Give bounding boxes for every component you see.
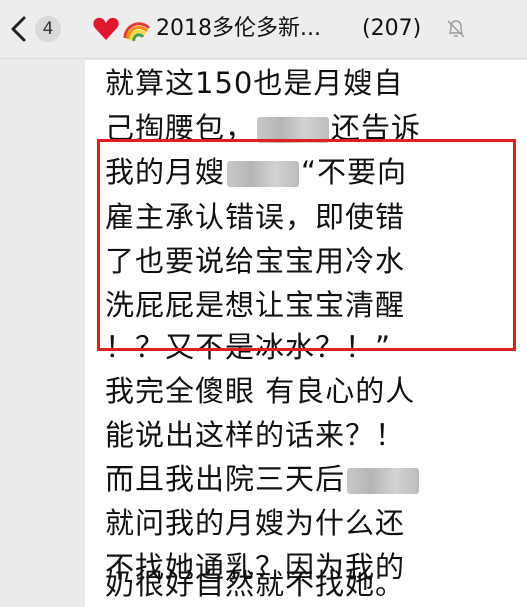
rainbow-icon xyxy=(123,22,151,42)
message-text: 而且我出院三天后 xyxy=(105,462,346,496)
message-line: 而且我出院三天后 xyxy=(105,459,421,499)
chevron-left-icon[interactable] xyxy=(8,14,30,44)
highlight-box xyxy=(97,139,516,351)
message-line: 就问我的月嫂为什么还 xyxy=(105,506,406,540)
chat-header: 4 2018多伦多新... (207) xyxy=(0,0,527,59)
member-count: (207) xyxy=(362,16,422,41)
message-line: 我完全傻眼 有良心的人 xyxy=(105,374,416,408)
blurred-name xyxy=(347,468,420,494)
message-line: 就算这150也是月嫂自 xyxy=(105,66,404,100)
heart-icon xyxy=(93,17,151,42)
message-line: 奶很好自然就不找她。 xyxy=(105,567,406,601)
unread-count-badge[interactable]: 4 xyxy=(35,16,61,42)
message-line: 能说出这样的话来？！ xyxy=(105,418,406,452)
chat-title[interactable]: 2018多伦多新... xyxy=(156,13,321,45)
mute-bell-icon xyxy=(447,20,465,38)
